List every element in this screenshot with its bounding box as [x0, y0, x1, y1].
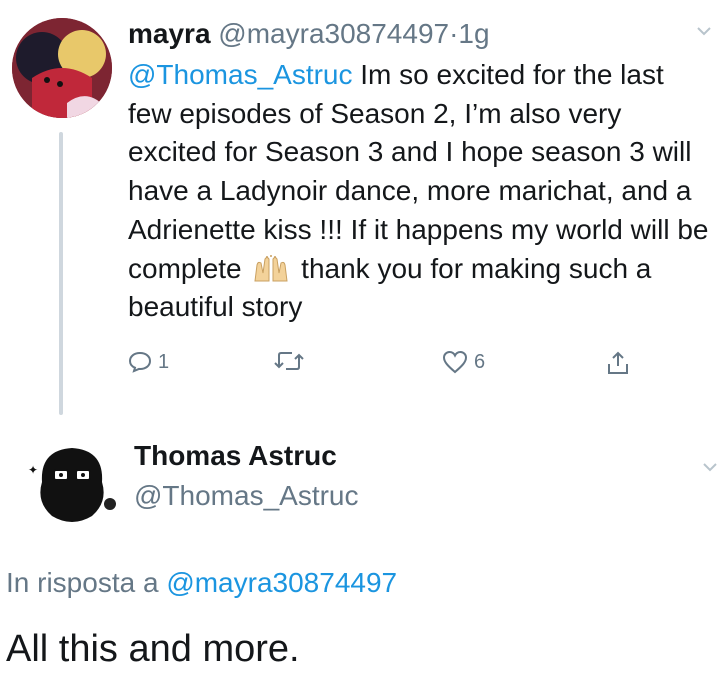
- chevron-down-icon[interactable]: [702, 456, 718, 479]
- avatar-image-icon: [12, 18, 112, 118]
- reply-icon: [128, 351, 152, 373]
- thread-line: [59, 132, 63, 415]
- raising-hands-emoji-icon: [249, 254, 293, 283]
- avatar[interactable]: [12, 18, 112, 118]
- heart-icon: [442, 350, 468, 374]
- reply-author-name[interactable]: Thomas Astruc: [134, 438, 337, 474]
- in-reply-handle-link[interactable]: @mayra30874497: [166, 567, 397, 598]
- timestamp[interactable]: 1g: [458, 18, 489, 49]
- tweet-text: @Thomas_Astruc Im so excited for the las…: [128, 56, 713, 327]
- author-name[interactable]: mayra: [128, 18, 211, 49]
- like-count: 6: [474, 350, 486, 373]
- tweet-header: mayra @mayra30874497·1g: [128, 16, 490, 52]
- reply-button[interactable]: 1: [128, 350, 169, 374]
- svg-text:✦: ✦: [28, 463, 38, 477]
- in-reply-to: In risposta a @mayra30874497: [6, 565, 397, 601]
- author-handle[interactable]: @mayra30874497: [218, 18, 449, 49]
- retweet-button[interactable]: [274, 350, 310, 372]
- reply-author-handle[interactable]: @Thomas_Astruc: [134, 478, 359, 514]
- like-button[interactable]: 6: [442, 350, 485, 374]
- reply-text: All this and more.: [6, 628, 300, 670]
- share-button[interactable]: [606, 350, 630, 376]
- share-icon: [608, 351, 628, 374]
- in-reply-prefix: In risposta a: [6, 567, 167, 598]
- reply-avatar[interactable]: ✦: [22, 432, 122, 532]
- tweet-actions: 1 6: [128, 350, 688, 390]
- chevron-down-icon[interactable]: [696, 20, 712, 43]
- avatar-image-icon: ✦: [22, 432, 122, 532]
- reply-count: 1: [158, 350, 170, 373]
- mention-link[interactable]: @Thomas_Astruc: [128, 59, 353, 90]
- retweet-icon: [274, 352, 304, 370]
- tweet-text-part1: Im so excited for the last few episodes …: [128, 59, 709, 284]
